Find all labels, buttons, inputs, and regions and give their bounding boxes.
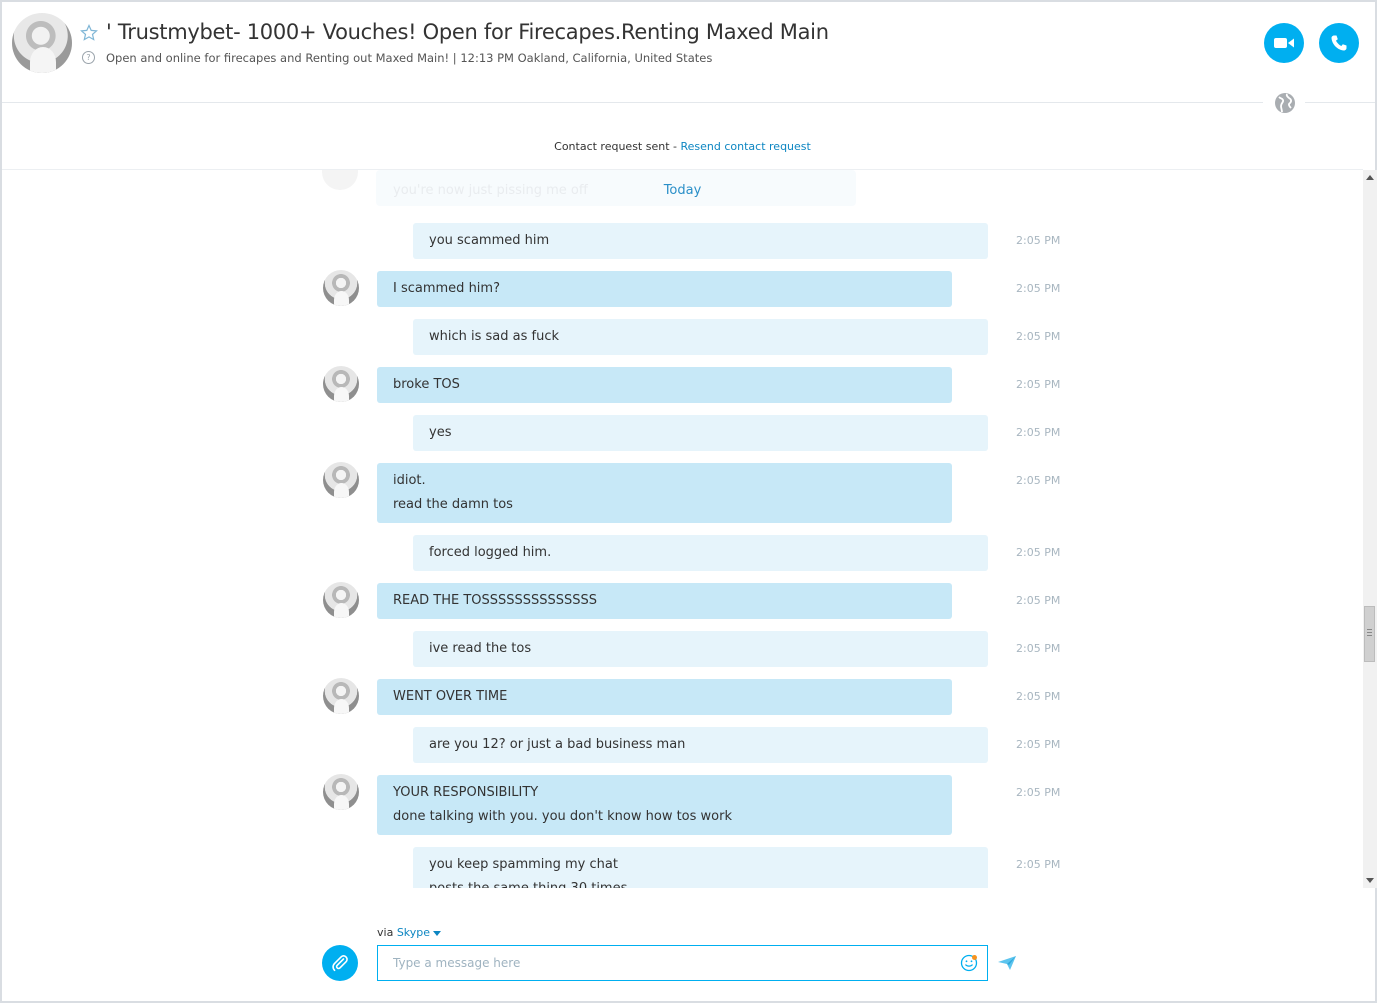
message-text: idiot. (393, 473, 426, 488)
sender-avatar[interactable] (323, 582, 359, 618)
resend-contact-request-link[interactable]: Resend contact request (681, 140, 811, 153)
message-timestamp: 2:05 PM (1016, 690, 1061, 703)
message-input[interactable] (377, 945, 988, 981)
day-separator: Today (663, 183, 702, 198)
message-timestamp: 2:05 PM (1016, 330, 1061, 343)
sender-avatar[interactable] (323, 366, 359, 402)
status-unknown-icon: ? (82, 51, 95, 64)
header-divider (2, 102, 1263, 103)
sender-avatar[interactable] (323, 270, 359, 306)
message-text: yes (429, 425, 452, 440)
outgoing-message[interactable]: are you 12? or just a bad business man (413, 727, 988, 763)
message-text: read the damn tos (393, 497, 513, 512)
chat-history[interactable]: you're now just pissing me off Today you… (2, 170, 1363, 888)
sender-avatar[interactable] (323, 462, 359, 498)
message-text: READ THE TOSSSSSSSSSSSSSS (393, 593, 598, 608)
message-timestamp: 2:05 PM (1016, 594, 1061, 607)
message-text: you keep spamming my chat (429, 857, 618, 872)
chevron-down-icon[interactable] (433, 930, 442, 936)
message-timestamp: 2:05 PM (1016, 642, 1061, 655)
message-timestamp: 2:05 PM (1016, 378, 1061, 391)
incoming-message[interactable]: WENT OVER TIME (377, 679, 952, 715)
outgoing-message[interactable]: which is sad as fuck (413, 319, 988, 355)
incoming-message[interactable]: broke TOS (377, 367, 952, 403)
via-selector[interactable]: via Skype (377, 926, 442, 939)
header-divider-right (1305, 102, 1375, 103)
send-icon[interactable] (997, 955, 1017, 971)
contact-avatar[interactable] (12, 13, 72, 73)
contact-request-banner: Contact request sent - Resend contact re… (0, 140, 1365, 153)
scroll-thumb[interactable] (1364, 606, 1375, 662)
message-text: posts the same thing 30 times (429, 877, 972, 888)
paperclip-icon (332, 955, 348, 972)
message-text: I scammed him? (393, 281, 500, 296)
outgoing-message[interactable]: forced logged him. (413, 535, 988, 571)
contact-request-status: Contact request sent - (554, 140, 681, 153)
incoming-message[interactable]: I scammed him? (377, 271, 952, 307)
phone-icon (1331, 35, 1347, 51)
message-text: which is sad as fuck (429, 329, 560, 344)
video-call-icon (1274, 38, 1294, 48)
scroll-down-arrow[interactable] (1366, 878, 1374, 883)
message-text: done talking with you. you don't know ho… (393, 809, 733, 824)
message-text: are you 12? or just a bad business man (429, 737, 686, 752)
message-timestamp: 2:05 PM (1016, 738, 1061, 751)
outgoing-message[interactable]: yes (413, 415, 988, 451)
message-text: forced logged him. (429, 545, 552, 560)
audio-call-button[interactable] (1319, 23, 1359, 63)
message-timestamp: 2:05 PM (1016, 234, 1061, 247)
via-label: via (377, 926, 397, 939)
window-top-border (0, 0, 1377, 2)
sender-avatar[interactable] (323, 678, 359, 714)
sender-avatar[interactable] (323, 774, 359, 810)
message-text: YOUR RESPONSIBILITY (393, 785, 539, 800)
mood-message: Open and online for firecapes and Rentin… (106, 51, 713, 65)
emoji-icon[interactable] (960, 954, 978, 972)
message-text: broke TOS (393, 377, 460, 392)
outgoing-message[interactable]: you scammed him (413, 223, 988, 259)
message-timestamp: 2:05 PM (1016, 282, 1061, 295)
message-text: ive read the tos (429, 641, 532, 656)
outgoing-message[interactable]: you keep spamming my chat posts the same … (413, 847, 988, 888)
incoming-message[interactable]: YOUR RESPONSIBILITY done talking with you… (377, 775, 952, 835)
message-timestamp: 2:05 PM (1016, 786, 1061, 799)
conversation-title: ' Trustmybet- 1000+ Vouches! Open for Fi… (106, 20, 829, 44)
message-timestamp: 2:05 PM (1016, 474, 1061, 487)
message-timestamp: 2:05 PM (1016, 858, 1061, 871)
message-timestamp: 2:05 PM (1016, 546, 1061, 559)
outgoing-message[interactable]: ive read the tos (413, 631, 988, 667)
attach-button[interactable] (322, 945, 358, 981)
message-text: you scammed him (429, 233, 550, 248)
video-call-button[interactable] (1264, 23, 1304, 63)
chat-scrollbar[interactable] (1363, 170, 1377, 888)
globe-icon[interactable] (1273, 91, 1297, 115)
service-selector[interactable]: Skype (397, 926, 430, 939)
incoming-message[interactable]: idiot. read the damn tos (377, 463, 952, 523)
star-icon[interactable] (80, 24, 98, 42)
message-timestamp: 2:05 PM (1016, 426, 1061, 439)
incoming-message[interactable]: READ THE TOSSSSSSSSSSSSSS (377, 583, 952, 619)
message-text: WENT OVER TIME (393, 689, 508, 704)
scroll-up-arrow[interactable] (1366, 175, 1374, 180)
